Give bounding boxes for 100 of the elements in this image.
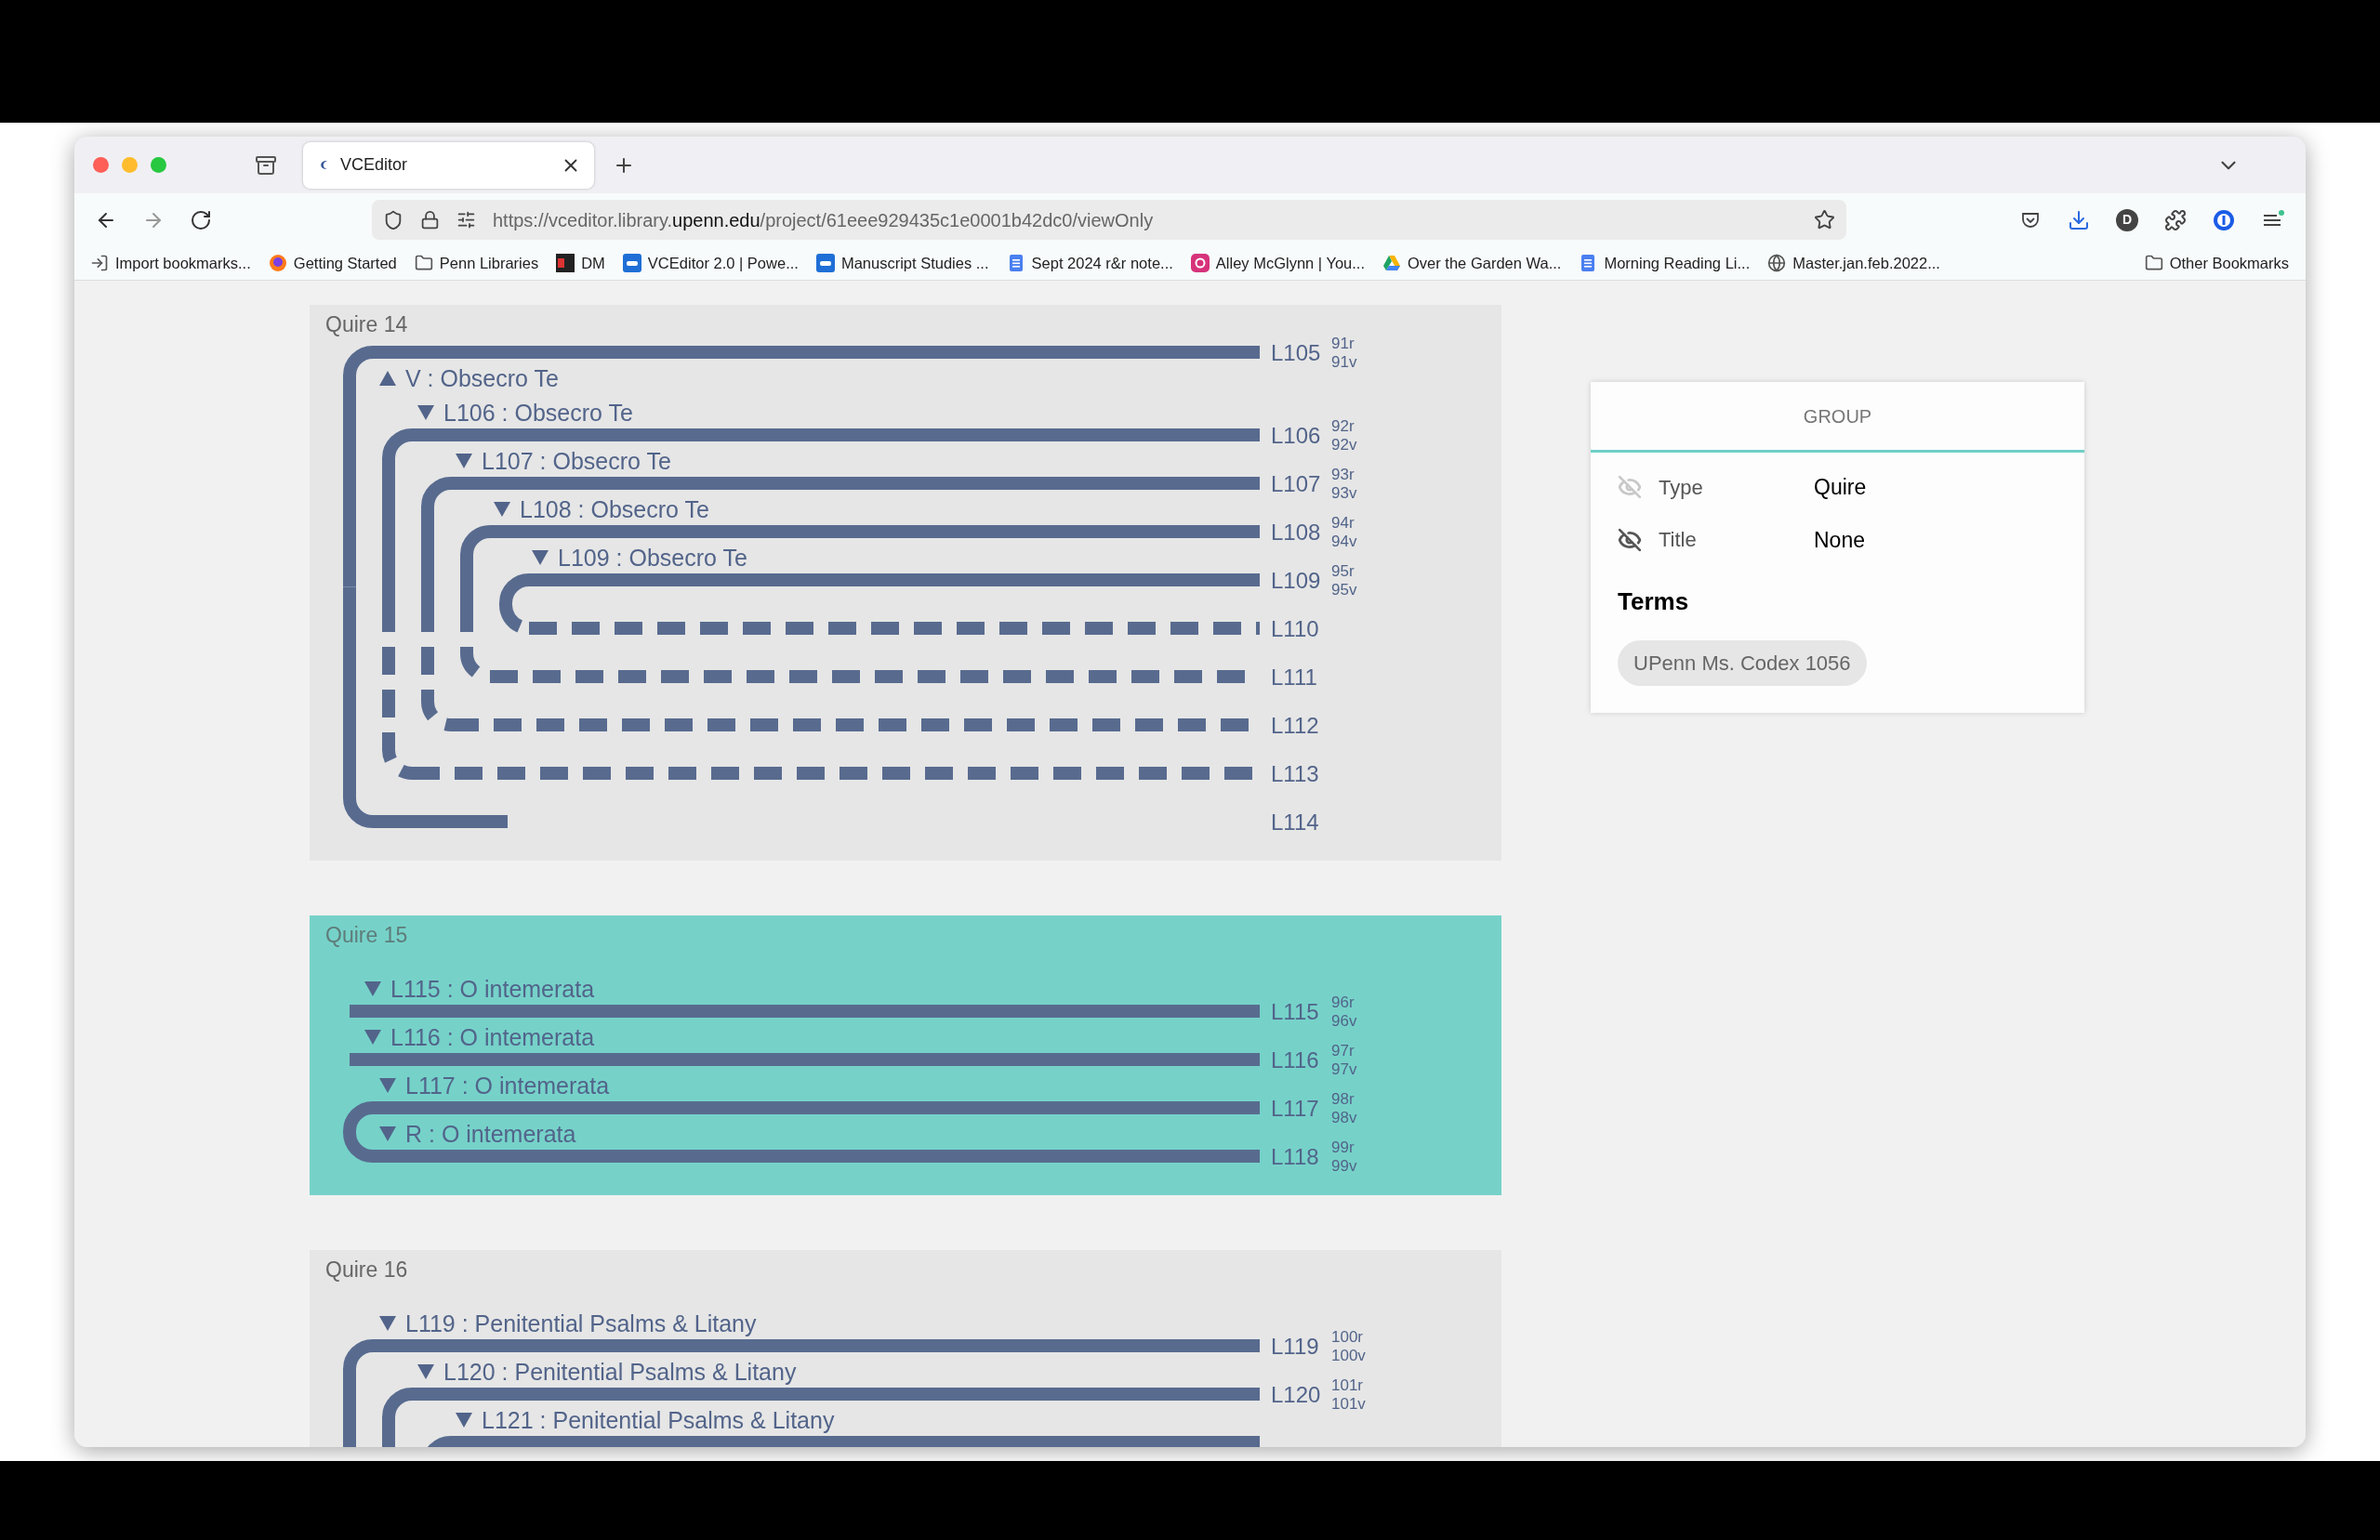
group-heading[interactable]: R : O intemerata [405,1121,576,1147]
folio-label: 92r [1331,416,1355,435]
close-window-button[interactable] [93,157,109,173]
bookmark-item[interactable]: Over the Garden Wa... [1382,251,1562,275]
leaf-label: L107 [1271,470,1321,496]
caret-icon[interactable] [456,454,472,468]
square-logo-icon [556,254,575,272]
caret-icon[interactable] [379,1316,396,1331]
browser-tab[interactable]: VCEditor [303,141,594,189]
triangle-logo-icon [1382,254,1401,272]
caret-icon[interactable] [379,371,396,386]
leaf-label: L114 [1271,809,1319,835]
caret-icon[interactable] [417,1364,434,1379]
folio-label: 95v [1331,580,1357,599]
account-avatar[interactable]: D [2116,208,2138,231]
leaf-label: L108 [1271,519,1321,545]
folio-label: 101v [1331,1394,1366,1413]
folio-label: 100v [1331,1346,1366,1364]
field-value: Quire [1814,474,1867,501]
caret-icon[interactable] [379,1078,396,1093]
folio-label: 93r [1331,465,1355,483]
globe-icon [1767,254,1787,272]
group-heading[interactable]: L109 : Obsecro Te [558,545,747,571]
leaf-label: L115 [1271,998,1319,1024]
tab-title: VCEditor [340,154,409,176]
bookmark-item[interactable]: Master.jan.feb.2022... [1767,251,1940,275]
leaf-label: L105 [1271,339,1321,365]
group-heading[interactable]: L106 : Obsecro Te [443,400,633,426]
folio-label: 94v [1331,532,1357,550]
quire-title: Quire 15 [325,923,408,947]
leaf-label: L111 [1271,664,1317,690]
bookmark-item[interactable]: Manuscript Studies ... [815,251,989,275]
folio-label: 96v [1331,1011,1357,1030]
url-text: https://vceditor.library.upenn.edu/project/61eee929435c1e0001b42dc0/viewOnly [493,208,1155,232]
leaf-label: L109 [1271,567,1321,593]
shield-icon[interactable] [383,209,403,230]
caret-icon[interactable] [364,981,381,996]
caret-icon[interactable] [364,1030,381,1045]
folio-label: 94r [1331,513,1355,532]
extensions-icon[interactable] [2164,208,2187,231]
bookmark-item[interactable]: Alley McGlynn | You... [1190,251,1365,275]
leaf-label: L113 [1271,760,1319,786]
permissions-icon[interactable] [456,210,476,230]
caret-icon[interactable] [456,1413,472,1428]
square-logo-icon [815,254,835,272]
caret-icon[interactable] [379,1126,396,1141]
bookmark-item[interactable]: Import bookmarks... [90,251,251,275]
lock-icon[interactable] [420,210,440,230]
leaf-label: L120 [1271,1381,1321,1407]
leaf-label: L116 [1271,1046,1319,1073]
leaf-label: L106 [1271,422,1321,448]
folio-label: 97v [1331,1060,1357,1078]
caret-icon[interactable] [532,550,549,565]
folder-icon [2144,254,2163,272]
tab-tray-icon[interactable] [255,153,277,177]
bookmark-item[interactable]: Morning Reading Li... [1579,251,1751,275]
folio-label: 96r [1331,993,1355,1011]
group-heading[interactable]: L107 : Obsecro Te [482,448,671,474]
group-heading[interactable]: L115 : O intemerata [390,976,595,1002]
group-heading[interactable]: L116 : O intemerata [390,1024,595,1050]
other-bookmarks[interactable]: Other Bookmarks [2144,251,2289,275]
bookmark-item[interactable]: Getting Started [268,251,397,275]
group-heading[interactable]: L117 : O intemerata [405,1073,610,1099]
leaf-label: L110 [1271,615,1319,641]
bookmark-item[interactable]: Penn Libraries [414,251,539,275]
circle-logo-icon[interactable] [2213,208,2235,231]
folio-label: 99r [1331,1138,1355,1156]
folio-label: 92v [1331,435,1357,454]
reload-icon[interactable] [190,208,212,231]
group-heading[interactable]: L121 : Penitential Psalms & Litany [482,1407,835,1433]
bookmark-item[interactable]: VCEditor 2.0 | Powe... [622,251,799,275]
camera-logo-icon [1190,254,1210,272]
browser-logo-icon [268,254,287,272]
leaf-label: L117 [1271,1095,1319,1121]
field-label: Title [1659,527,1698,554]
caret-icon[interactable] [494,502,510,517]
folio-label: 95r [1331,561,1355,580]
folder-icon [414,254,433,272]
download-icon[interactable] [2068,208,2090,231]
folio-label: 93v [1331,483,1357,502]
caret-icon[interactable] [417,405,434,420]
address-bar[interactable]: https://vceditor.library.upenn.edu/project/61eee929435c1e0001b42dc0/viewOnly [372,200,1846,240]
folio-label: 98v [1331,1108,1357,1126]
group-heading[interactable]: L108 : Obsecro Te [520,496,709,522]
panel-title: GROUP [1803,404,1872,428]
folio-label: 101r [1331,1375,1364,1394]
group-heading[interactable]: L120 : Penitential Psalms & Litany [443,1359,797,1385]
group-heading[interactable]: L119 : Penitential Psalms & Litany [405,1310,757,1336]
term-chip[interactable]: UPenn Ms. Codex 1056 [1618,640,1867,686]
folio-label: 99v [1331,1156,1357,1175]
bookmark-item[interactable]: Sept 2024 r&r note... [1006,251,1173,275]
folio-label: 91r [1331,334,1355,352]
field-label: Type [1659,474,1704,501]
bookmark-star-icon[interactable] [1814,209,1835,230]
leaf-label: L119 [1271,1333,1319,1359]
folio-label: 91v [1331,352,1357,371]
visibility-off-icon[interactable] [1618,527,1642,552]
missing-leaf-line[interactable] [529,622,1260,635]
group-heading[interactable]: V : Obsecro Te [405,365,559,391]
bookmark-item[interactable]: DM [556,251,605,275]
